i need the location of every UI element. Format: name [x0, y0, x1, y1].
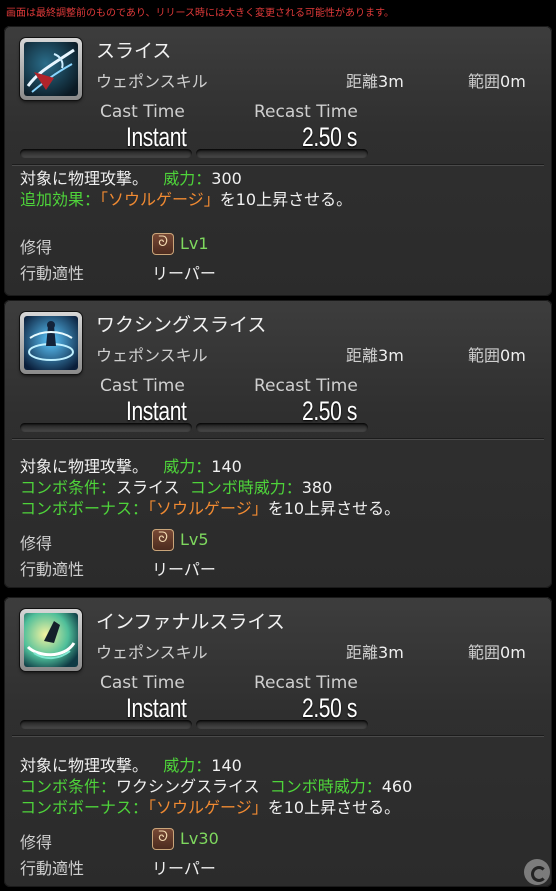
- acquired-label: 修得: [20, 833, 53, 852]
- recast-time-label: Recast Time: [254, 102, 358, 122]
- radius-label: 範囲: [468, 643, 501, 662]
- affinity-label: 行動適性: [20, 560, 85, 579]
- gauge-name: 「ソウルゲージ」: [100, 190, 220, 209]
- range-label: 距離: [346, 72, 379, 91]
- cast-time-value: Instant: [126, 122, 187, 152]
- action-type: ウェポンスキル: [96, 346, 208, 365]
- recast-time-value: 2.50 s: [302, 122, 358, 152]
- radius-row: 範囲0m: [468, 639, 526, 663]
- radius-label: 範囲: [468, 72, 501, 91]
- radius-row: 範囲0m: [468, 342, 526, 366]
- reaper-job-icon: ᘐ: [152, 529, 174, 551]
- potency-value: 140: [211, 756, 242, 775]
- action-tooltip-slice: スライス ウェポンスキル 距離3m 範囲0m Cast Time Recast …: [4, 26, 552, 296]
- radius-value: 0m: [500, 643, 526, 662]
- gamer-logo-icon: [524, 859, 550, 885]
- desc-line-2: 追加効果：「ソウルゲージ」を10上昇させる。: [20, 189, 352, 210]
- action-tooltip-waxing-slice: ワクシングスライス ウェポンスキル 距離3m 範囲0m Cast Time Re…: [4, 300, 552, 588]
- range-value: 3m: [378, 72, 404, 91]
- potency-label: 威力：: [163, 756, 212, 775]
- divider: [12, 438, 544, 439]
- cast-time-value: Instant: [126, 396, 187, 426]
- action-name: スライス: [96, 40, 172, 62]
- action-tooltip-infernal-slice: インファナルスライス ウェポンスキル 距離3m 範囲0m Cast Time R…: [4, 597, 552, 887]
- radius-row: 範囲0m: [468, 68, 526, 92]
- range-value: 3m: [378, 346, 404, 365]
- divider: [12, 164, 544, 165]
- affinity-value: リーパー: [152, 264, 216, 283]
- slice-icon: [20, 38, 82, 100]
- level-value: Lv1: [180, 234, 209, 253]
- action-type: ウェポンスキル: [96, 643, 208, 662]
- desc-line-2: コンボボーナス：「ソウルゲージ」を10上昇させる。: [20, 498, 400, 519]
- range-row: 距離3m: [346, 639, 404, 663]
- combo-condition-value: ワクシングスライス: [116, 777, 260, 796]
- range-row: 距離3m: [346, 68, 404, 92]
- effect-text: を10上昇させる。: [267, 499, 401, 518]
- range-label: 距離: [346, 346, 379, 365]
- desc-line-1: 対象に物理攻撃。 威力：140: [20, 755, 412, 776]
- cast-time-label: Cast Time: [100, 673, 185, 693]
- gauge-name: 「ソウルゲージ」: [148, 798, 268, 817]
- reaper-job-icon: ᘐ: [152, 828, 174, 850]
- effect-text: を10上昇させる。: [267, 798, 401, 817]
- range-label: 距離: [346, 643, 379, 662]
- desc-text: 対象に物理攻撃。: [20, 756, 149, 775]
- action-name: ワクシングスライス: [96, 314, 267, 336]
- radius-value: 0m: [500, 72, 526, 91]
- combo-condition-value: スライス: [116, 478, 180, 497]
- infernal-slice-icon: [20, 609, 82, 671]
- cast-time-value: Instant: [126, 693, 187, 723]
- combo-potency-label: コンボ時威力：: [189, 478, 302, 497]
- reaper-job-icon: ᘐ: [152, 233, 174, 255]
- combo-condition-label: コンボ条件：: [20, 777, 117, 796]
- desc-text: 対象に物理攻撃。: [20, 457, 149, 476]
- level-value: Lv5: [180, 530, 209, 549]
- action-type: ウェポンスキル: [96, 72, 208, 91]
- desc-text: 対象に物理攻撃。: [20, 169, 149, 188]
- potency-label: 威力：: [163, 169, 212, 188]
- effect-label: コンボボーナス：: [20, 499, 149, 518]
- recast-time-value: 2.50 s: [302, 396, 358, 426]
- radius-value: 0m: [500, 346, 526, 365]
- divider: [12, 735, 544, 736]
- acquired-label: 修得: [20, 534, 53, 553]
- combo-potency-value: 460: [381, 777, 413, 796]
- potency-label: 威力：: [163, 457, 212, 476]
- effect-label: 追加効果：: [20, 190, 101, 209]
- combo-potency-label: コンボ時威力：: [269, 777, 382, 796]
- cast-time-label: Cast Time: [100, 102, 185, 122]
- action-description: 対象に物理攻撃。 威力：300 追加効果：「ソウルゲージ」を10上昇させる。: [20, 168, 352, 210]
- combo-condition-label: コンボ条件：: [20, 478, 117, 497]
- gauge-name: 「ソウルゲージ」: [148, 499, 268, 518]
- acquired-label: 修得: [20, 238, 53, 257]
- cast-time-label: Cast Time: [100, 376, 185, 396]
- range-row: 距離3m: [346, 342, 404, 366]
- affinity-label: 行動適性: [20, 264, 85, 283]
- desc-line-1: 対象に物理攻撃。 威力：140: [20, 456, 400, 477]
- recast-time-label: Recast Time: [254, 376, 358, 396]
- combo-potency-value: 380: [301, 478, 333, 497]
- potency-value: 300: [211, 169, 242, 188]
- affinity-value: リーパー: [152, 859, 216, 878]
- recast-time-label: Recast Time: [254, 673, 358, 693]
- desc-line-2: コンボボーナス：「ソウルゲージ」を10上昇させる。: [20, 797, 412, 818]
- affinity-value: リーパー: [152, 560, 216, 579]
- effect-label: コンボボーナス：: [20, 798, 149, 817]
- action-name: インファナルスライス: [96, 611, 285, 633]
- desc-line-combo: コンボ条件：ワクシングスライス コンボ時威力：460: [20, 776, 412, 797]
- action-description: 対象に物理攻撃。 威力：140 コンボ条件：ワクシングスライス コンボ時威力：4…: [20, 755, 412, 818]
- range-value: 3m: [378, 643, 404, 662]
- desc-line-combo: コンボ条件：スライス コンボ時威力：380: [20, 477, 400, 498]
- notice-text: 画面は最終調整前のものであり、リリース時には大きく変更される可能性があります。: [6, 8, 394, 19]
- potency-value: 140: [211, 457, 242, 476]
- desc-line-1: 対象に物理攻撃。 威力：300: [20, 168, 352, 189]
- waxing-slice-icon: [20, 312, 82, 374]
- level-value: Lv30: [180, 829, 219, 848]
- affinity-label: 行動適性: [20, 859, 85, 878]
- action-description: 対象に物理攻撃。 威力：140 コンボ条件：スライス コンボ時威力：380 コン…: [20, 456, 400, 519]
- radius-label: 範囲: [468, 346, 501, 365]
- effect-text: を10上昇させる。: [219, 190, 353, 209]
- recast-time-value: 2.50 s: [302, 693, 358, 723]
